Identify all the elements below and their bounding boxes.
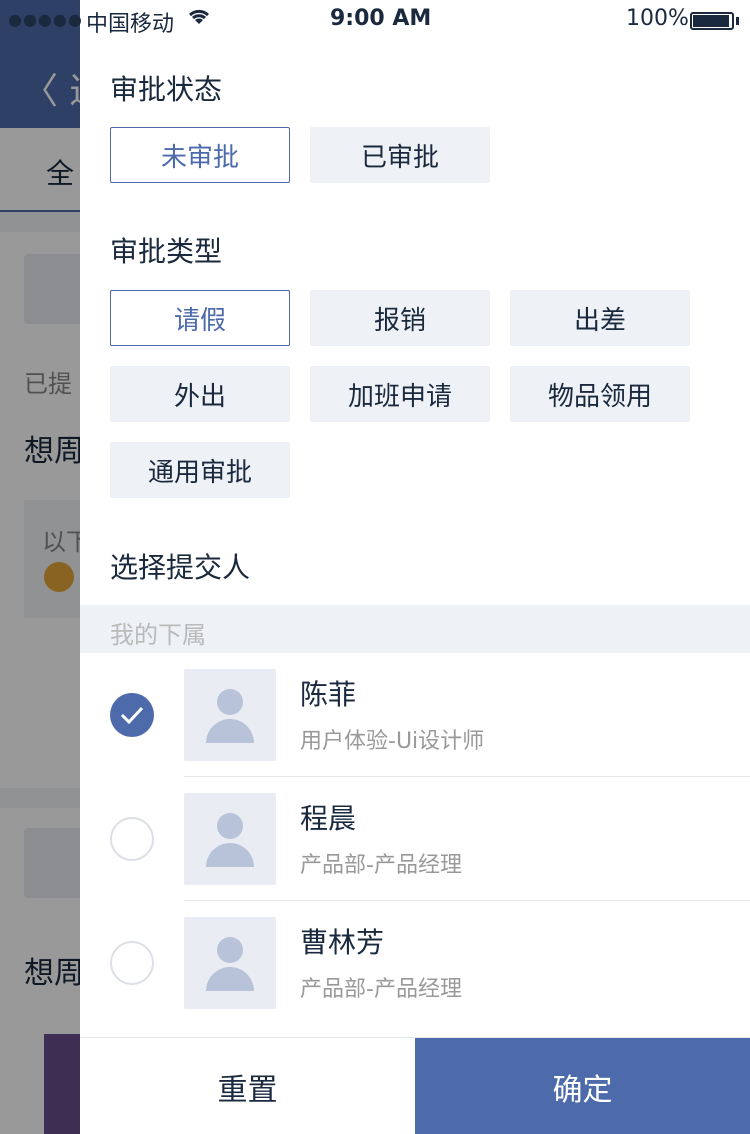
person-icon bbox=[217, 937, 243, 963]
person-title: 产品部-产品经理 bbox=[300, 853, 462, 878]
battery-tip bbox=[736, 17, 739, 25]
check-icon bbox=[120, 706, 144, 725]
radio-unchecked[interactable] bbox=[110, 941, 154, 985]
confirm-button[interactable]: 确定 bbox=[415, 1038, 750, 1134]
status-bar: ●●●●● 中国移动 9:00 AM 100% bbox=[0, 0, 750, 40]
filter-drawer: 审批状态 未审批 已审批 审批类型 请假 报销 出差 外出 加班申请 物品领用 … bbox=[80, 0, 750, 1134]
person-name: 陈菲 bbox=[300, 678, 357, 711]
person-name: 程晨 bbox=[300, 802, 357, 835]
battery-icon bbox=[690, 12, 734, 30]
divider bbox=[184, 900, 750, 901]
person-title: 用户体验-Ui设计师 bbox=[300, 729, 485, 754]
person-name: 曹林芳 bbox=[300, 926, 385, 959]
chip-business-trip[interactable]: 出差 bbox=[510, 290, 690, 346]
chip-overtime[interactable]: 加班申请 bbox=[310, 366, 490, 422]
list-item[interactable]: 程晨 产品部-产品经理 bbox=[80, 793, 750, 917]
chip-general[interactable]: 通用审批 bbox=[110, 442, 290, 498]
person-icon-body bbox=[206, 843, 254, 867]
list-item[interactable]: 曹林芳 产品部-产品经理 bbox=[80, 917, 750, 1041]
subordinate-label: 我的下属 bbox=[110, 621, 206, 649]
avatar bbox=[184, 669, 276, 761]
chip-pending[interactable]: 未审批 bbox=[110, 127, 290, 183]
submitter-title: 选择提交人 bbox=[110, 551, 251, 584]
radio-checked[interactable] bbox=[110, 693, 154, 737]
avatar bbox=[184, 793, 276, 885]
approval-status-title: 审批状态 bbox=[110, 73, 223, 106]
person-icon bbox=[217, 813, 243, 839]
person-icon bbox=[217, 689, 243, 715]
divider bbox=[184, 776, 750, 777]
chip-leave[interactable]: 请假 bbox=[110, 290, 290, 346]
battery-percent: 100% bbox=[626, 6, 689, 31]
chip-supplies[interactable]: 物品领用 bbox=[510, 366, 690, 422]
person-icon-body bbox=[206, 719, 254, 743]
list-item[interactable]: 陈菲 用户体验-Ui设计师 bbox=[80, 669, 750, 793]
chip-reimbursement[interactable]: 报销 bbox=[310, 290, 490, 346]
person-icon-body bbox=[206, 967, 254, 991]
chip-approved[interactable]: 已审批 bbox=[310, 127, 490, 183]
carrier-label: 中国移动 bbox=[86, 12, 175, 37]
chip-outing[interactable]: 外出 bbox=[110, 366, 290, 422]
avatar bbox=[184, 917, 276, 1009]
radio-unchecked[interactable] bbox=[110, 817, 154, 861]
signal-icon: ●●●●● bbox=[8, 10, 83, 29]
action-bar: 重置 确定 bbox=[80, 1037, 750, 1134]
person-title: 产品部-产品经理 bbox=[300, 977, 462, 1002]
reset-button[interactable]: 重置 bbox=[80, 1038, 415, 1134]
subordinate-group-header: 我的下属 bbox=[80, 605, 750, 653]
clock: 9:00 AM bbox=[330, 6, 432, 31]
approval-type-title: 审批类型 bbox=[110, 235, 223, 268]
wifi-icon bbox=[186, 6, 212, 32]
